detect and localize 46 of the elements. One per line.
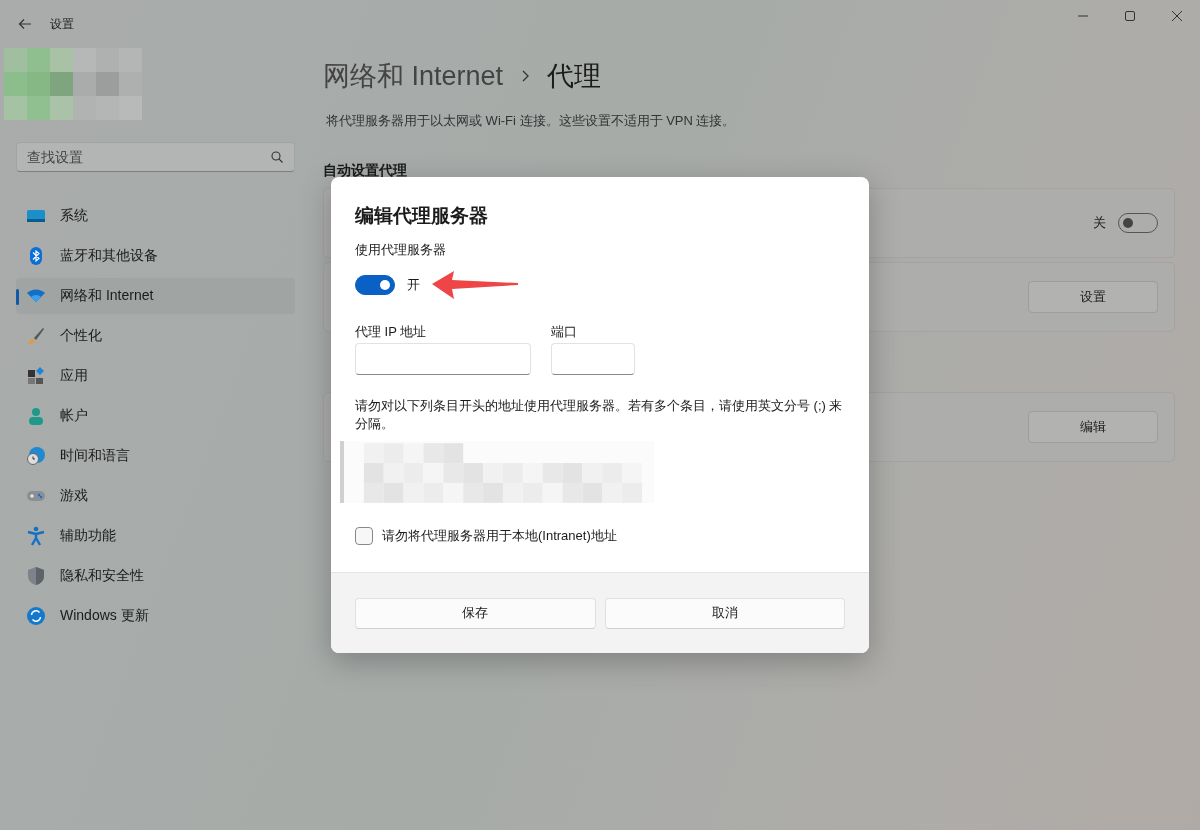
- nav-item[interactable]: 系统: [16, 198, 295, 234]
- field-label: 代理 IP 地址: [355, 323, 428, 341]
- search-field[interactable]: 查找设置: [16, 142, 295, 172]
- input-field[interactable]: [340, 441, 654, 503]
- cancel-button[interactable]: 取消: [604, 597, 845, 629]
- page-title: 代理: [547, 60, 602, 93]
- nav-item[interactable]: Windows 更新: [16, 598, 295, 634]
- section-heading: 自动设置代理: [323, 162, 408, 180]
- nav-item[interactable]: 辅助功能: [16, 518, 295, 554]
- field-label: 端口: [551, 323, 578, 341]
- window-title: 设置: [50, 15, 74, 33]
- breadcrumb-link[interactable]: 网络和 Internet: [323, 58, 504, 94]
- nav-item[interactable]: 蓝牙和其他设备: [16, 238, 295, 274]
- page-description: 将代理服务器用于以太网或 Wi-Fi 连接。这些设置不适用于 VPN 连接。: [326, 112, 737, 130]
- search-icon: [271, 151, 283, 163]
- accessibility-icon: [26, 526, 46, 546]
- toggle-switch[interactable]: [355, 275, 395, 295]
- maximize-icon[interactable]: [1125, 11, 1135, 21]
- input-field[interactable]: [551, 343, 635, 375]
- nav-item[interactable]: 时间和语言: [16, 438, 295, 474]
- close-icon[interactable]: [1172, 11, 1182, 21]
- nav-item[interactable]: 应用: [16, 358, 295, 394]
- exceptions-note: 请勿对以下列条目开头的地址使用代理服务器。若有多个条目，请使用英文分号 (;) 来分隔。: [355, 397, 844, 433]
- globe-clock-icon: [26, 446, 46, 466]
- shield-icon: [26, 566, 46, 586]
- toggle-state-label: 开: [407, 276, 420, 294]
- nav-item[interactable]: 个性化: [16, 318, 295, 354]
- back-icon[interactable]: [17, 16, 33, 32]
- checkbox-label: 请勿将代理服务器用于本地(Intranet)地址: [382, 527, 617, 545]
- toggle-state-label: 关: [1093, 214, 1106, 232]
- input-field[interactable]: [355, 343, 531, 375]
- apps-icon: [26, 366, 46, 386]
- dialog-title: 编辑代理服务器: [355, 204, 489, 228]
- brush-icon: [26, 326, 46, 346]
- field-label: 使用代理服务器: [355, 241, 447, 259]
- checkbox[interactable]: [355, 527, 373, 545]
- nav-item[interactable]: 帐户: [16, 398, 295, 434]
- chevron-right-icon: [521, 70, 530, 82]
- nav-item[interactable]: 游戏: [16, 478, 295, 514]
- nav-item[interactable]: 网络和 Internet: [16, 278, 295, 314]
- save-button[interactable]: 保存: [355, 597, 596, 629]
- person-icon: [26, 406, 46, 426]
- edit-button[interactable]: 编辑: [1028, 411, 1158, 443]
- nav-item[interactable]: 隐私和安全性: [16, 558, 295, 594]
- settings-button[interactable]: 设置: [1028, 281, 1158, 313]
- refresh-icon: [26, 606, 46, 626]
